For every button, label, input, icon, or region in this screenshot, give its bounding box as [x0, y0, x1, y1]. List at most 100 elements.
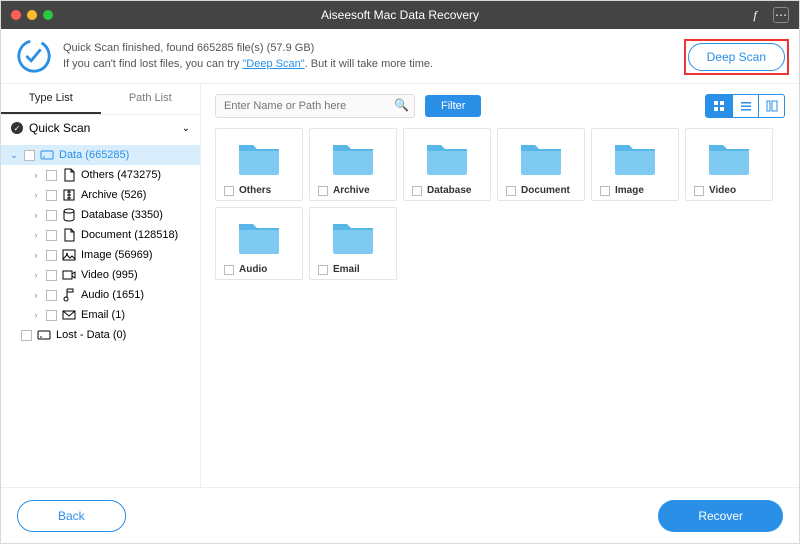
- view-mode-toggle: [705, 94, 785, 118]
- archive-icon: [62, 188, 76, 202]
- back-button[interactable]: Back: [17, 500, 126, 532]
- checkbox[interactable]: [46, 290, 57, 301]
- checkbox[interactable]: [412, 186, 422, 196]
- folder-icon: [425, 141, 469, 175]
- folder-tile-label: Document: [521, 185, 570, 196]
- titlebar: Aiseesoft Mac Data Recovery f ⋯: [1, 1, 799, 29]
- image-icon: [62, 248, 76, 262]
- folder-tile-label: Image: [615, 185, 644, 196]
- view-grid-button[interactable]: [706, 95, 732, 117]
- folder-tile[interactable]: Video: [685, 128, 773, 201]
- tree-node-label: Document (128518): [81, 229, 178, 241]
- checkbox[interactable]: [46, 230, 57, 241]
- tree-node-video[interactable]: › Video (995): [1, 265, 200, 285]
- tree-node-label: Lost - Data (0): [56, 329, 126, 341]
- tree-node-database[interactable]: › Database (3350): [1, 205, 200, 225]
- folder-icon: [519, 141, 563, 175]
- found-size: 57.9 GB: [270, 42, 310, 54]
- checkbox[interactable]: [46, 270, 57, 281]
- database-icon: [62, 208, 76, 222]
- folder-tile[interactable]: Email: [309, 207, 397, 280]
- checkbox[interactable]: [318, 186, 328, 196]
- tree-node-data[interactable]: ⌄ Data (665285): [1, 145, 200, 165]
- tree-node-label: Others (473275): [81, 169, 161, 181]
- folder-grid: Others Archive Database Document Image Video A…: [215, 128, 785, 280]
- sidebar: Type List Path List ✓ Quick Scan ⌄ ⌄ Dat…: [1, 84, 201, 487]
- view-list-button[interactable]: [732, 95, 758, 117]
- tab-path-list[interactable]: Path List: [101, 84, 201, 114]
- tree-node-archive[interactable]: › Archive (526): [1, 185, 200, 205]
- quick-scan-header[interactable]: ✓ Quick Scan ⌄: [1, 115, 200, 141]
- folder-tile[interactable]: Archive: [309, 128, 397, 201]
- tab-type-list[interactable]: Type List: [1, 84, 101, 114]
- zoom-window-button[interactable]: [43, 10, 53, 20]
- tree-node-label: Email (1): [81, 309, 125, 321]
- content-toolbar: 🔍 Filter: [215, 94, 785, 118]
- folder-icon: [237, 220, 281, 254]
- folder-tile[interactable]: Image: [591, 128, 679, 201]
- checkbox[interactable]: [318, 265, 328, 275]
- checkbox[interactable]: [694, 186, 704, 196]
- quick-scan-label: Quick Scan: [29, 121, 90, 135]
- folder-tile-label: Audio: [239, 264, 267, 275]
- tree-node-label: Image (56969): [81, 249, 153, 261]
- tree-node-label: Video (995): [81, 269, 138, 281]
- checkbox[interactable]: [46, 170, 57, 181]
- recover-button[interactable]: Recover: [658, 500, 783, 532]
- checkbox[interactable]: [46, 190, 57, 201]
- checkbox[interactable]: [224, 265, 234, 275]
- tree-node-label: Archive (526): [81, 189, 146, 201]
- folder-icon: [331, 141, 375, 175]
- type-tree: ⌄ Data (665285) › Others (473275) › Arch…: [1, 141, 200, 487]
- found-count: 665285: [197, 42, 234, 54]
- main-content: 🔍 Filter Others Archive Database Document Im…: [201, 84, 799, 487]
- facebook-icon[interactable]: f: [747, 7, 763, 23]
- footer: Back Recover: [1, 487, 799, 543]
- search-input[interactable]: [215, 94, 415, 118]
- tree-node-audio[interactable]: › Audio (1651): [1, 285, 200, 305]
- minimize-window-button[interactable]: [27, 10, 37, 20]
- tree-node-email[interactable]: › Email (1): [1, 305, 200, 325]
- folder-icon: [613, 141, 657, 175]
- checkbox[interactable]: [21, 330, 32, 341]
- folder-tile-label: Others: [239, 185, 271, 196]
- filter-button[interactable]: Filter: [425, 95, 481, 117]
- checkbox[interactable]: [24, 150, 35, 161]
- app-window: Aiseesoft Mac Data Recovery f ⋯ Quick Sc…: [0, 0, 800, 544]
- checkbox[interactable]: [46, 250, 57, 261]
- deep-scan-button[interactable]: Deep Scan: [688, 43, 785, 71]
- scan-complete-icon: [15, 37, 53, 75]
- deep-scan-highlight: Deep Scan: [684, 39, 789, 75]
- checkbox[interactable]: [46, 310, 57, 321]
- folder-tile[interactable]: Others: [215, 128, 303, 201]
- checkbox[interactable]: [600, 186, 610, 196]
- feedback-icon[interactable]: ⋯: [773, 7, 789, 23]
- folder-tile[interactable]: Database: [403, 128, 491, 201]
- view-column-button[interactable]: [758, 95, 784, 117]
- sidebar-tabs: Type List Path List: [1, 84, 200, 115]
- tree-node-image[interactable]: › Image (56969): [1, 245, 200, 265]
- folder-icon: [237, 141, 281, 175]
- tree-node-label: Data (665285): [59, 149, 129, 161]
- tree-node-lost[interactable]: Lost - Data (0): [1, 325, 200, 345]
- document-icon: [62, 228, 76, 242]
- check-circle-icon: ✓: [11, 122, 23, 134]
- deep-scan-link[interactable]: "Deep Scan": [242, 58, 304, 70]
- close-window-button[interactable]: [11, 10, 21, 20]
- search-field: 🔍: [215, 94, 415, 118]
- folder-tile[interactable]: Audio: [215, 207, 303, 280]
- email-icon: [62, 308, 76, 322]
- chevron-down-icon: ⌄: [182, 123, 190, 134]
- tree-node-others[interactable]: › Others (473275): [1, 165, 200, 185]
- folder-tile-label: Email: [333, 264, 360, 275]
- folder-icon: [331, 220, 375, 254]
- checkbox[interactable]: [506, 186, 516, 196]
- checkbox[interactable]: [224, 186, 234, 196]
- folder-tile-label: Archive: [333, 185, 370, 196]
- tree-node-document[interactable]: › Document (128518): [1, 225, 200, 245]
- search-icon: 🔍: [394, 98, 409, 112]
- checkbox[interactable]: [46, 210, 57, 221]
- folder-tile-label: Database: [427, 185, 471, 196]
- scan-summary-text: Quick Scan finished, found 665285 file(s…: [63, 40, 433, 73]
- folder-tile[interactable]: Document: [497, 128, 585, 201]
